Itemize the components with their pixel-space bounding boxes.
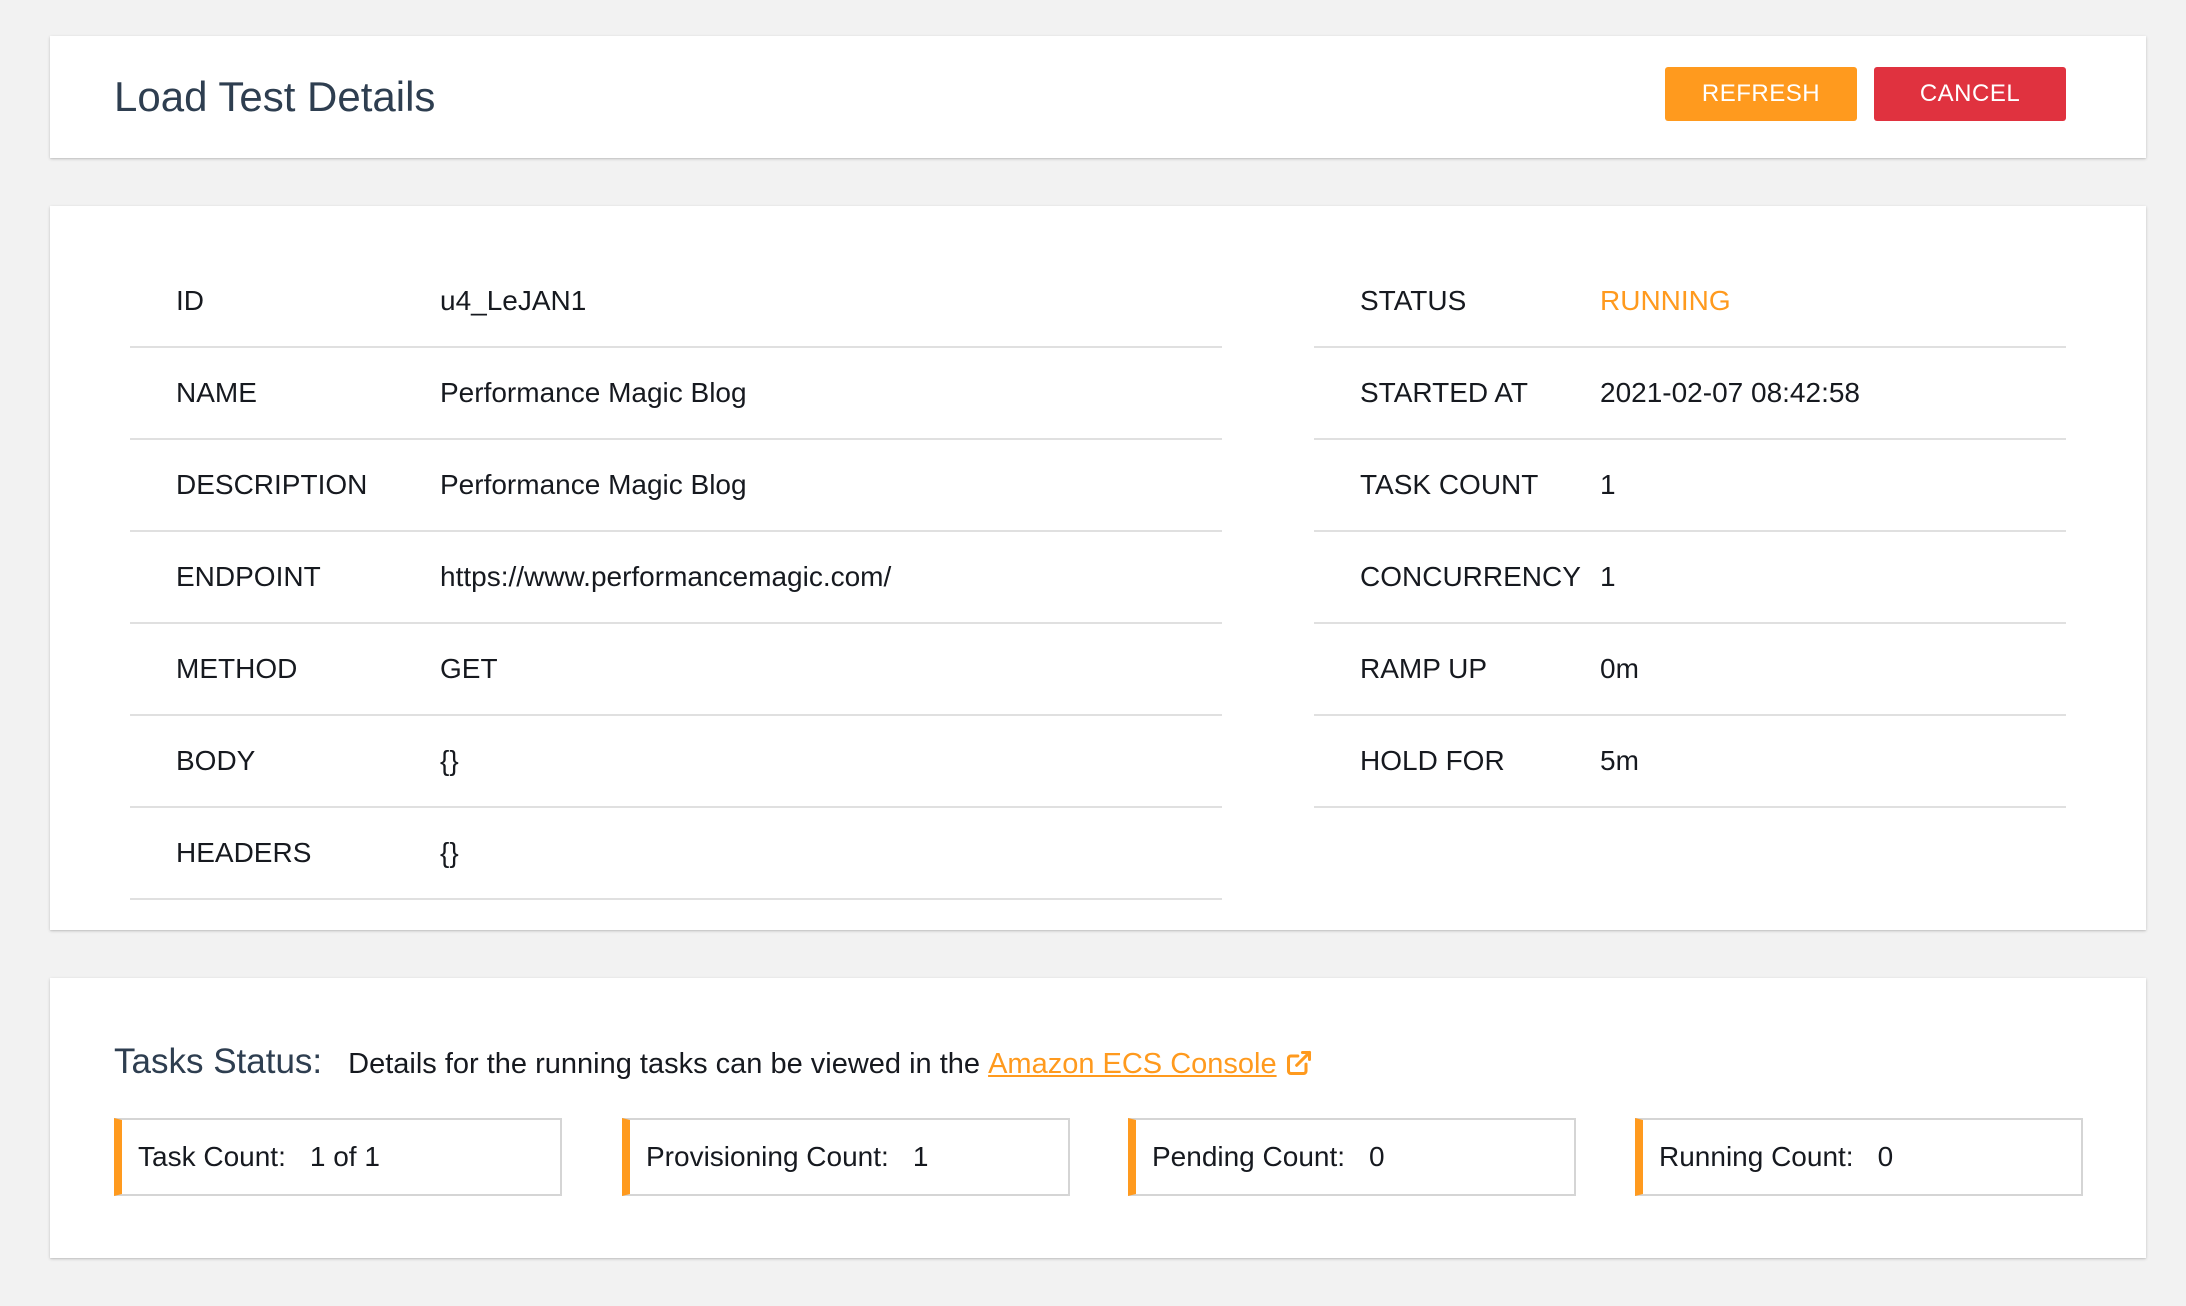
detail-label: DESCRIPTION (176, 469, 368, 500)
detail-value-headers: {} (440, 837, 459, 868)
page-title: Load Test Details (114, 73, 436, 120)
running-count-value: 0 (1877, 1141, 1894, 1172)
provisioning-count-value: 1 (912, 1141, 929, 1172)
detail-value-hold-for: 5m (1600, 745, 1639, 776)
details-right-column: STATUS RUNNING STARTED AT 2021-02-07 08:… (1314, 256, 2066, 808)
detail-value-task-count: 1 (1600, 469, 1616, 500)
detail-label: ENDPOINT (176, 561, 321, 592)
detail-row-hold-for: HOLD FOR 5m (1314, 716, 2066, 808)
task-count-value: 1 of 1 (309, 1141, 380, 1172)
detail-label: CONCURRENCY (1360, 561, 1581, 592)
pending-count-value: 0 (1369, 1141, 1385, 1172)
detail-value-method: GET (440, 653, 498, 684)
detail-row-started-at: STARTED AT 2021-02-07 08:42:58 (1314, 348, 2066, 440)
detail-row-id: ID u4_LeJAN1 (130, 256, 1222, 348)
details-left-column: ID u4_LeJAN1 NAME Performance Magic Blog… (130, 256, 1222, 900)
tasks-status-description: Details for the running tasks can be vie… (348, 1048, 981, 1080)
ecs-console-link[interactable]: Amazon ECS Console (988, 1048, 1313, 1081)
detail-row-task-count: TASK COUNT 1 (1314, 440, 2066, 532)
provisioning-count-box: Provisioning Count: 1 (622, 1118, 1070, 1196)
detail-row-method: METHOD GET (130, 624, 1222, 716)
detail-row-name: NAME Performance Magic Blog (130, 348, 1222, 440)
detail-label: STARTED AT (1360, 377, 1529, 408)
detail-label: METHOD (176, 653, 298, 684)
external-link-icon (1286, 1050, 1311, 1076)
count-label: Pending Count: (1152, 1141, 1346, 1172)
tasks-card: Tasks Status: Details for the running ta… (50, 978, 2146, 1258)
pending-count-box: Pending Count: 0 (1128, 1118, 1576, 1196)
detail-label: NAME (176, 377, 257, 408)
detail-label: HEADERS (176, 837, 312, 868)
refresh-button[interactable]: REFRESH (1665, 67, 1857, 121)
detail-row-body: BODY {} (130, 716, 1222, 808)
detail-value-body: {} (440, 745, 459, 776)
detail-value-id: u4_LeJAN1 (440, 285, 587, 316)
detail-label: BODY (176, 745, 256, 776)
ecs-console-link-label: Amazon ECS Console (988, 1048, 1277, 1080)
detail-value-name: Performance Magic Blog (440, 377, 747, 408)
detail-row-headers: HEADERS {} (130, 808, 1222, 900)
detail-value-endpoint: https://www.performancemagic.com/ (440, 561, 892, 592)
header-card: Load Test Details REFRESH CANCEL (50, 36, 2146, 158)
details-card: ID u4_LeJAN1 NAME Performance Magic Blog… (50, 206, 2146, 930)
count-label: Task Count: (138, 1141, 286, 1172)
detail-row-description: DESCRIPTION Performance Magic Blog (130, 440, 1222, 532)
count-label: Running Count: (1659, 1141, 1854, 1172)
detail-label: HOLD FOR (1360, 745, 1505, 776)
status-badge: RUNNING (1600, 285, 1731, 316)
running-count-box: Running Count: 0 (1635, 1118, 2083, 1196)
count-label: Provisioning Count: (646, 1141, 889, 1172)
detail-row-concurrency: CONCURRENCY 1 (1314, 532, 2066, 624)
detail-value-description: Performance Magic Blog (440, 469, 747, 500)
detail-label: STATUS (1360, 285, 1467, 316)
tasks-status-line: Tasks Status: Details for the running ta… (114, 1042, 1313, 1082)
detail-row-status: STATUS RUNNING (1314, 256, 2066, 348)
detail-label: RAMP UP (1360, 653, 1488, 684)
detail-label: TASK COUNT (1360, 469, 1539, 500)
task-count-box: Task Count: 1 of 1 (114, 1118, 562, 1196)
detail-value-ramp-up: 0m (1600, 653, 1639, 684)
detail-row-endpoint: ENDPOINT https://www.performancemagic.co… (130, 532, 1222, 624)
detail-value-concurrency: 1 (1600, 561, 1616, 592)
detail-label: ID (176, 285, 204, 316)
detail-value-started-at: 2021-02-07 08:42:58 (1600, 377, 1860, 408)
detail-row-ramp-up: RAMP UP 0m (1314, 624, 2066, 716)
tasks-status-title: Tasks Status: (114, 1042, 323, 1081)
cancel-button[interactable]: CANCEL (1874, 67, 2066, 121)
